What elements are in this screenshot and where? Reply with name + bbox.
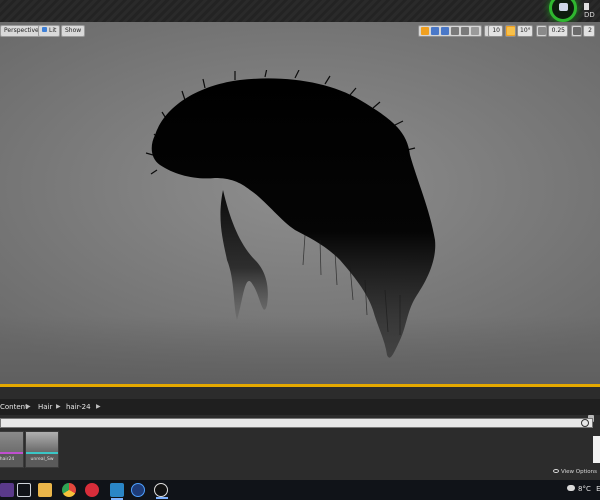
scale-snap-value[interactable]: 0.25 xyxy=(548,25,568,37)
lit-icon xyxy=(42,27,47,32)
breadcrumb-hair[interactable]: Hair xyxy=(38,399,52,415)
perspective-button[interactable]: Perspective xyxy=(0,25,43,37)
asset-type-bar xyxy=(0,452,23,454)
asset-label: hair24 xyxy=(0,457,15,462)
breadcrumb-separator-icon[interactable]: ▶ xyxy=(56,399,61,415)
unreal-engine-icon[interactable] xyxy=(154,483,168,499)
asset-tile[interactable]: unreal_Sw xyxy=(25,431,59,468)
rotation-snap-toggle[interactable] xyxy=(505,25,516,37)
temperature-label[interactable]: 8°C xyxy=(578,485,591,493)
rotation-snap-value[interactable]: 10° xyxy=(517,25,533,37)
start-icon[interactable] xyxy=(0,483,14,497)
breadcrumb: Content ▶ Hair ▶ hair-24 ▶ xyxy=(0,399,600,422)
search-input[interactable] xyxy=(0,418,593,428)
chrome-icon[interactable] xyxy=(62,483,76,497)
grid-snap-value[interactable]: 10 xyxy=(488,25,503,37)
surface-snap-icon[interactable] xyxy=(471,27,479,35)
app-m-icon[interactable] xyxy=(110,483,124,500)
lit-button[interactable]: Lit xyxy=(38,25,61,37)
hair-mesh[interactable] xyxy=(145,70,445,370)
breadcrumb-separator-icon[interactable]: ▶ xyxy=(96,399,101,415)
show-button[interactable]: Show xyxy=(61,25,86,37)
details-panel-edge xyxy=(593,436,600,463)
translate-tool-icon[interactable] xyxy=(431,27,439,35)
world-local-icon[interactable] xyxy=(461,27,469,35)
weather-icon[interactable] xyxy=(567,485,575,491)
view-options-button[interactable]: View Options xyxy=(553,469,597,475)
top-right-indicator: DD xyxy=(584,3,600,19)
app-c-icon[interactable] xyxy=(131,483,145,497)
opera-icon[interactable] xyxy=(85,483,99,497)
asset-label: unreal_Sw xyxy=(30,457,54,462)
play-button[interactable] xyxy=(549,0,577,22)
scale-snap-toggle[interactable] xyxy=(536,25,547,37)
asset-thumbnail xyxy=(0,432,23,452)
level-viewport[interactable]: Perspective Lit Show 10 10° 0.25 2 xyxy=(0,22,600,386)
breadcrumb-hair-24[interactable]: hair-24 xyxy=(66,399,91,415)
camera-speed-value[interactable]: 2 xyxy=(583,25,595,37)
top-toolbar: DD xyxy=(0,0,600,22)
asset-tile[interactable]: hair24 xyxy=(0,431,24,468)
asset-thumbnail xyxy=(26,432,58,452)
angle-icon xyxy=(507,27,515,35)
breadcrumb-separator-icon[interactable]: ▶ xyxy=(26,399,31,415)
camera-speed-toggle[interactable] xyxy=(571,25,582,37)
select-tool-icon[interactable] xyxy=(421,27,429,35)
system-tray: 8°C E xyxy=(567,485,600,493)
eye-icon xyxy=(553,469,559,473)
search-icon[interactable] xyxy=(581,419,589,427)
window-icon xyxy=(584,3,589,10)
task-view-icon[interactable] xyxy=(17,483,31,497)
content-browser: Content ▶ Hair ▶ hair-24 ▶ hair24 unreal… xyxy=(0,387,600,480)
breadcrumb-content[interactable]: Content xyxy=(0,399,28,415)
scale-tool-icon[interactable] xyxy=(451,27,459,35)
asset-type-bar xyxy=(26,452,58,454)
transform-tools xyxy=(418,25,482,37)
scale-snap-icon xyxy=(538,27,546,35)
editor-window: DD Perspective Lit Show 10 10° 0.25 2 Co… xyxy=(0,0,600,500)
tray-text: E xyxy=(596,485,600,493)
camera-icon xyxy=(573,27,581,35)
file-explorer-icon[interactable] xyxy=(38,483,52,497)
rotate-tool-icon[interactable] xyxy=(441,27,449,35)
taskbar: 8°C E xyxy=(0,480,600,500)
